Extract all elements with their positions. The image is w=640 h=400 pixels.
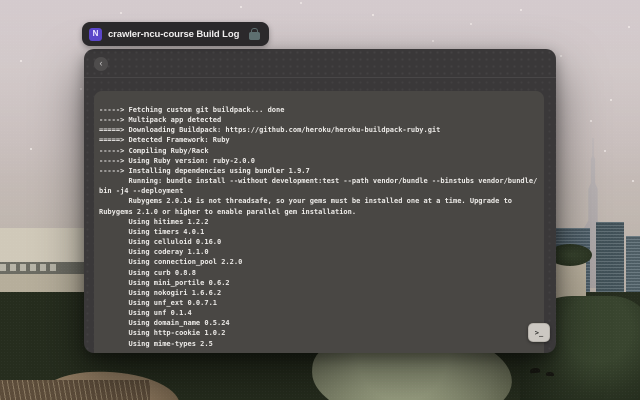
log-line: Using mini_portile 0.6.2 [99, 278, 538, 288]
log-line: Using mime-types 2.5 [99, 339, 538, 349]
log-line: Using coderay 1.1.0 [99, 247, 538, 257]
build-log-output[interactable]: -----> Fetching custom git buildpack... … [94, 91, 544, 353]
tab-title: crawler-ncu-course Build Log [108, 29, 239, 40]
build-log-window: ‹ -----> Fetching custom git buildpack..… [84, 49, 556, 353]
screenshot-root: N crawler-ncu-course Build Log ‹ -----> … [0, 0, 640, 400]
log-line: Rubygems 2.0.14 is not threadsafe, so yo… [99, 196, 538, 206]
app-favicon-icon: N [89, 28, 102, 41]
window-body: -----> Fetching custom git buildpack... … [84, 79, 556, 353]
log-line: Using connection_pool 2.2.0 [99, 257, 538, 267]
log-line: Rubygems 2.1.0 or higher to enable paral… [99, 207, 538, 217]
log-line: Using hitimes 1.2.2 [99, 217, 538, 227]
window-header: ‹ [84, 49, 556, 78]
log-line: Using domain_name 0.5.24 [99, 318, 538, 328]
log-line: -----> Fetching custom git buildpack... … [99, 105, 538, 115]
log-line: -----> Installing dependencies using bun… [99, 166, 538, 176]
log-line: -----> Compiling Ruby/Rack [99, 146, 538, 156]
open-terminal-button[interactable]: >_ [528, 323, 550, 342]
log-line: Using curb 0.8.8 [99, 268, 538, 278]
build-log-tab[interactable]: N crawler-ncu-course Build Log [82, 22, 269, 46]
lock-icon [249, 32, 260, 40]
log-line: Running: bundle install --without develo… [99, 176, 538, 186]
log-line: =====> Downloading Buildpack: https://gi… [99, 125, 538, 135]
log-line: bin -j4 --deployment [99, 186, 538, 196]
log-line: Using unf 0.1.4 [99, 308, 538, 318]
log-line: Using celluloid 0.16.0 [99, 237, 538, 247]
log-line: Using http-cookie 1.0.2 [99, 328, 538, 338]
back-button[interactable]: ‹ [94, 57, 108, 71]
log-line: -----> Using Ruby version: ruby-2.0.0 [99, 156, 538, 166]
log-line: Using nokogiri 1.6.6.2 [99, 288, 538, 298]
log-line: Using unf_ext 0.0.7.1 [99, 298, 538, 308]
log-line: =====> Detected Framework: Ruby [99, 135, 538, 145]
log-line: -----> Multipack app detected [99, 115, 538, 125]
log-line: Using timers 4.0.1 [99, 227, 538, 237]
